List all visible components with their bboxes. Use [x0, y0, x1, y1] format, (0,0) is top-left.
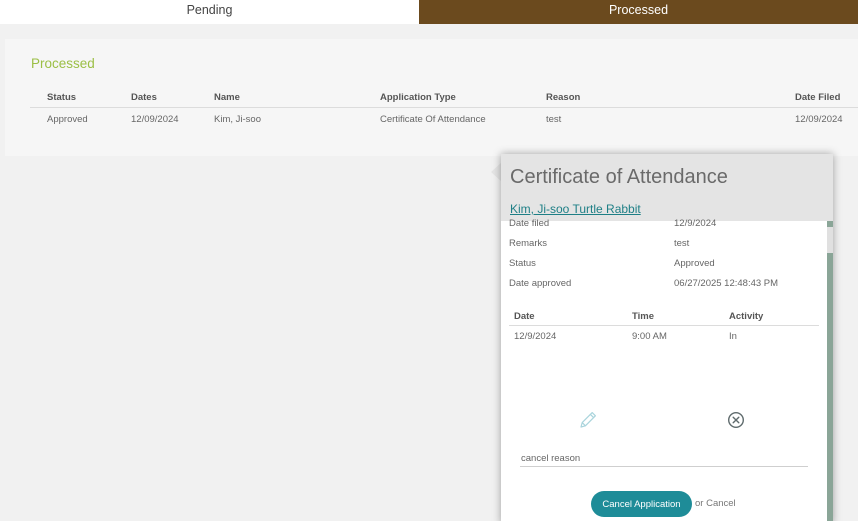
activity-header-activity: Activity — [729, 311, 764, 322]
column-header-application-type[interactable]: Application Type — [380, 92, 456, 103]
popover-scrollbar[interactable] — [827, 221, 833, 521]
tab-bar: Pending Processed — [0, 0, 858, 24]
activity-table-header: Date Time Activity — [509, 311, 819, 326]
column-header-dates[interactable]: Dates — [131, 92, 157, 103]
row-name: Kim, Ji-soo — [214, 114, 261, 125]
tab-processed[interactable]: Processed — [419, 0, 858, 24]
detail-value-date-approved: 06/27/2025 12:48:43 PM — [674, 278, 779, 289]
column-header-name[interactable]: Name — [214, 92, 240, 103]
close-circle-icon[interactable] — [727, 411, 745, 429]
cancel-application-button[interactable]: Cancel Application — [591, 491, 692, 517]
activity-date: 12/9/2024 — [514, 331, 557, 342]
popover-header: Certificate of Attendance Kim, Ji-soo Tu… — [501, 154, 833, 221]
table-header: Status Dates Name Application Type Reaso… — [30, 89, 858, 108]
section-title: Processed — [31, 56, 95, 71]
or-cancel-link[interactable]: or Cancel — [695, 498, 736, 509]
activity-time: 9:00 AM — [632, 331, 667, 342]
popover-body: Date filed 12/9/2024 Remarks test Status… — [501, 218, 827, 521]
detail-label-status: Status — [509, 258, 536, 269]
processed-panel: Processed Status Dates Name Application … — [5, 39, 858, 156]
detail-label-date-approved: Date approved — [509, 278, 572, 289]
column-header-status[interactable]: Status — [47, 92, 76, 103]
tab-pending[interactable]: Pending — [0, 0, 419, 24]
row-reason: test — [546, 114, 562, 125]
detail-label-date-filed: Date filed — [509, 218, 550, 229]
employee-link[interactable]: Kim, Ji-soo Turtle Rabbit — [510, 202, 641, 216]
scrollbar-thumb[interactable] — [827, 227, 833, 253]
column-header-date-filed[interactable]: Date Filed — [795, 92, 840, 103]
activity-header-date: Date — [514, 311, 535, 322]
pencil-icon[interactable] — [577, 409, 599, 431]
activity-header-time: Time — [632, 311, 655, 322]
row-status: Approved — [47, 114, 88, 125]
table-row[interactable]: Approved 12/09/2024 Kim, Ji-soo Certific… — [30, 111, 858, 127]
row-application-type: Certificate Of Attendance — [380, 114, 486, 125]
cancel-reason-input[interactable] — [520, 451, 808, 467]
application-detail-popover: Certificate of Attendance Kim, Ji-soo Tu… — [501, 154, 833, 521]
detail-value-remarks: test — [674, 238, 690, 249]
row-dates: 12/09/2024 — [131, 114, 179, 125]
detail-value-status: Approved — [674, 258, 715, 269]
detail-value-date-filed: 12/9/2024 — [674, 218, 717, 229]
row-date-filed: 12/09/2024 — [795, 114, 843, 125]
activity-type: In — [729, 331, 737, 342]
column-header-reason[interactable]: Reason — [546, 92, 580, 103]
detail-label-remarks: Remarks — [509, 238, 548, 249]
popover-title: Certificate of Attendance — [510, 166, 728, 188]
